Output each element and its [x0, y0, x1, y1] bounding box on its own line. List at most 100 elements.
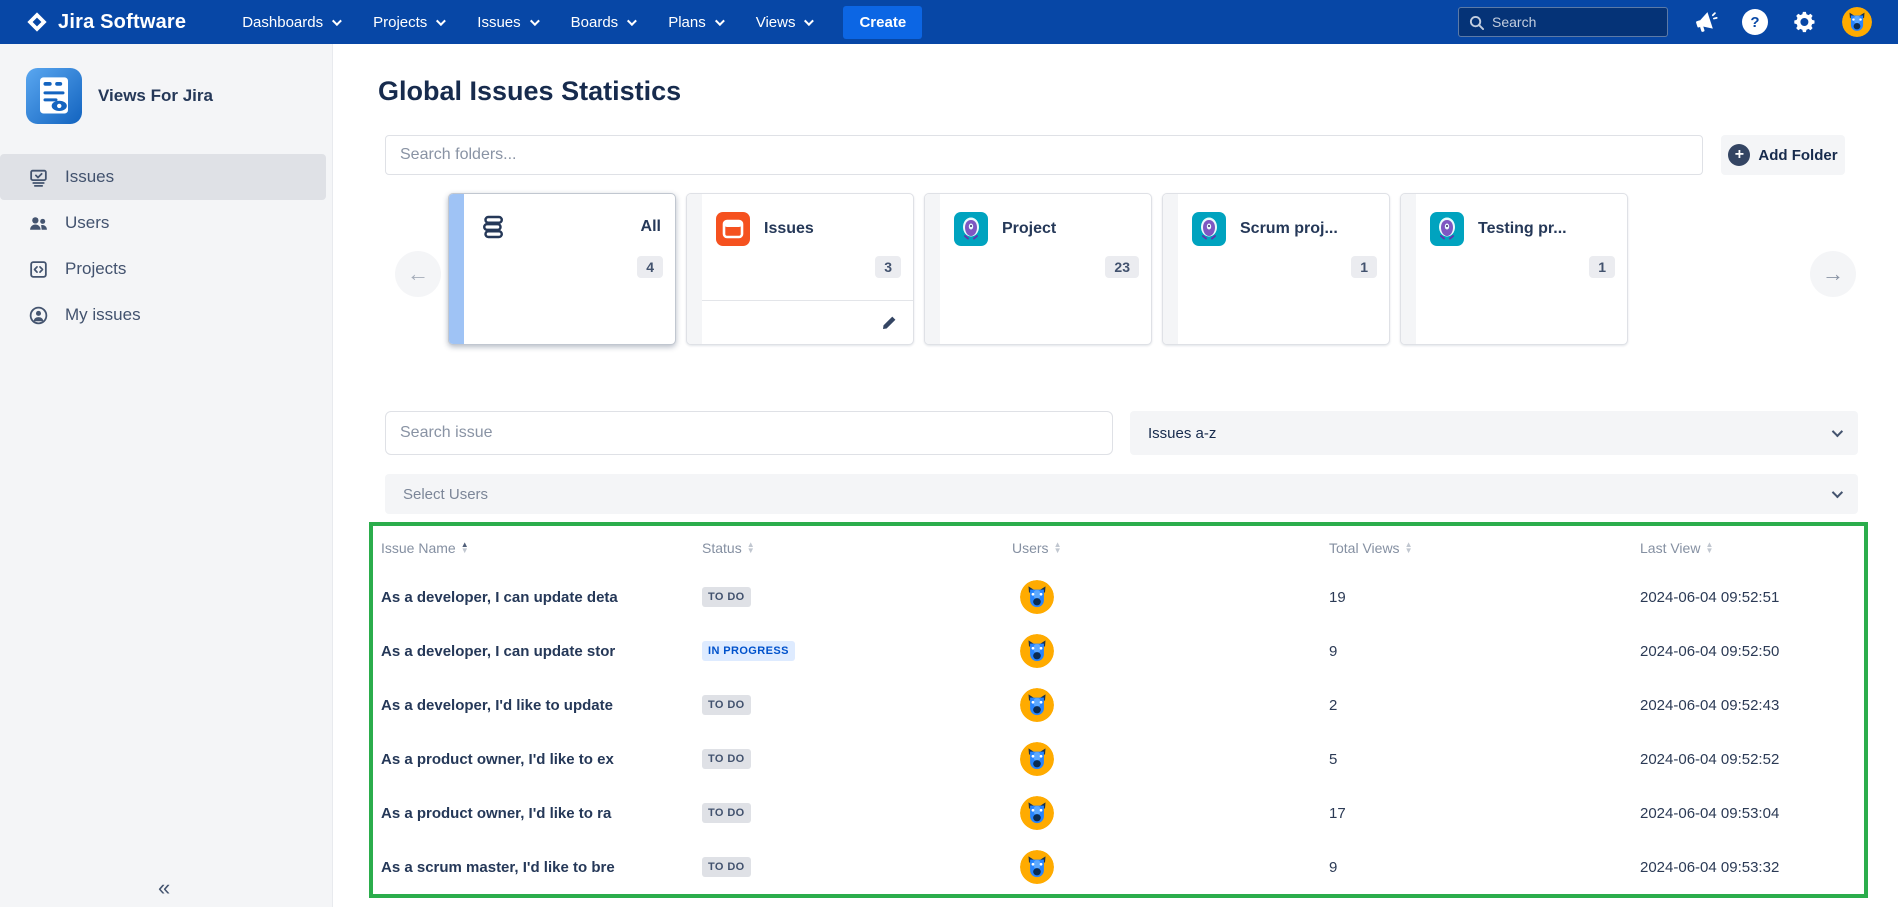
- folder-card-issues[interactable]: Issues 3: [686, 193, 914, 345]
- stack-icon: [478, 212, 508, 242]
- sort-icon: ▲▼: [461, 542, 469, 554]
- issue-name-link[interactable]: As a developer, I can update deta: [381, 589, 681, 606]
- column-header-users[interactable]: Users ▲▼: [1012, 540, 1329, 556]
- sidebar-item-projects[interactable]: Projects: [0, 246, 332, 292]
- issue-name-link[interactable]: As a developer, I can update stor: [381, 643, 681, 660]
- search-issue-input[interactable]: [385, 411, 1113, 455]
- user-avatar[interactable]: [1020, 634, 1054, 668]
- top-navbar: Jira Software Dashboards Projects Issues…: [0, 0, 1898, 44]
- issue-name-link[interactable]: As a product owner, I'd like to ra: [381, 805, 681, 822]
- user-avatar[interactable]: [1020, 688, 1054, 722]
- nav-menu-dashboards[interactable]: Dashboards: [242, 14, 339, 31]
- projects-icon: [28, 259, 49, 280]
- total-views-value: 5: [1329, 751, 1640, 768]
- nav-menu-plans[interactable]: Plans: [668, 14, 722, 31]
- status-badge: TO DO: [702, 587, 751, 607]
- total-views-value: 2: [1329, 697, 1640, 714]
- chevron-down-icon: [1832, 487, 1843, 498]
- app-title: Views For Jira: [98, 86, 213, 106]
- column-header-total-views[interactable]: Total Views ▲▼: [1329, 540, 1640, 556]
- app-header: Views For Jira: [0, 44, 332, 124]
- column-header-last-view[interactable]: Last View ▲▼: [1640, 540, 1864, 556]
- carousel-right-arrow[interactable]: →: [1810, 251, 1856, 297]
- total-views-value: 17: [1329, 805, 1640, 822]
- folder-card-project[interactable]: Project 23: [924, 193, 1152, 345]
- sidebar-nav: Issues Users Projects: [0, 154, 332, 338]
- global-search-input[interactable]: Search: [1458, 7, 1668, 37]
- folder-count-badge: 1: [1351, 256, 1377, 278]
- column-header-status[interactable]: Status ▲▼: [702, 540, 1012, 556]
- table-row[interactable]: As a developer, I can update deta TO DO …: [373, 570, 1864, 624]
- folder-count-badge: 3: [875, 256, 901, 278]
- table-row[interactable]: As a developer, I'd like to update TO DO…: [373, 678, 1864, 732]
- sort-select[interactable]: Issues a-z: [1130, 411, 1858, 455]
- user-avatar[interactable]: [1020, 850, 1054, 884]
- sidebar-item-users[interactable]: Users: [0, 200, 332, 246]
- sort-icon: ▲▼: [1054, 542, 1062, 554]
- total-views-value: 19: [1329, 589, 1640, 606]
- jira-home-link[interactable]: Jira Software: [0, 11, 186, 34]
- column-header-issue-name[interactable]: Issue Name ▲▼: [381, 540, 702, 556]
- total-views-value: 9: [1329, 859, 1640, 876]
- folder-card-scrum-project[interactable]: Scrum proj... 1: [1162, 193, 1390, 345]
- total-views-value: 9: [1329, 643, 1640, 660]
- user-avatar[interactable]: [1842, 7, 1872, 37]
- nav-menu-views[interactable]: Views: [756, 14, 812, 31]
- help-icon[interactable]: ?: [1742, 9, 1768, 35]
- chevron-down-icon: [804, 16, 814, 26]
- table-row[interactable]: As a scrum master, I'd like to bre TO DO…: [373, 840, 1864, 894]
- megaphone-icon[interactable]: [1692, 9, 1718, 35]
- sidebar-item-my-issues[interactable]: My issues: [0, 292, 332, 338]
- sort-icon: ▲▼: [747, 542, 755, 554]
- views-for-jira-logo: [26, 68, 82, 124]
- edit-pencil-icon[interactable]: [881, 315, 897, 331]
- search-placeholder: Search: [1492, 14, 1536, 30]
- users-select[interactable]: Select Users: [385, 474, 1858, 514]
- add-folder-button[interactable]: + Add Folder: [1721, 135, 1845, 175]
- create-button[interactable]: Create: [843, 6, 922, 39]
- alien-icon: [954, 212, 988, 246]
- last-view-timestamp: 2024-06-04 09:52:43: [1640, 697, 1864, 714]
- table-row[interactable]: As a developer, I can update stor IN PRO…: [373, 624, 1864, 678]
- nav-menu-boards[interactable]: Boards: [571, 14, 635, 31]
- last-view-timestamp: 2024-06-04 09:53:32: [1640, 859, 1864, 876]
- folder-cards: All 4 Issues: [448, 193, 1628, 345]
- sidebar-item-issues[interactable]: Issues: [0, 154, 326, 200]
- my-issues-icon: [28, 305, 49, 326]
- issue-name-link[interactable]: As a product owner, I'd like to ex: [381, 751, 681, 768]
- card-selected-strip: [449, 194, 464, 344]
- search-folders-input[interactable]: [385, 135, 1703, 175]
- plus-icon: +: [1728, 144, 1750, 166]
- issue-name-link[interactable]: As a scrum master, I'd like to bre: [381, 859, 681, 876]
- last-view-timestamp: 2024-06-04 09:52:50: [1640, 643, 1864, 660]
- navbar-right: Search ?: [1458, 7, 1898, 37]
- user-avatar[interactable]: [1020, 742, 1054, 776]
- sidebar-collapse-button[interactable]: «: [158, 875, 170, 901]
- folder-card-all[interactable]: All 4: [448, 193, 676, 345]
- chevron-down-icon: [530, 16, 540, 26]
- table-row[interactable]: As a product owner, I'd like to ex TO DO…: [373, 732, 1864, 786]
- nav-menu-issues[interactable]: Issues: [477, 14, 536, 31]
- status-badge: TO DO: [702, 695, 751, 715]
- user-avatar[interactable]: [1020, 796, 1054, 830]
- status-badge: TO DO: [702, 857, 751, 877]
- folder-count-badge: 4: [637, 256, 663, 278]
- chevron-down-icon: [436, 16, 446, 26]
- status-badge: IN PROGRESS: [702, 641, 795, 661]
- gear-icon[interactable]: [1792, 9, 1818, 35]
- folder-card-testing-project[interactable]: Testing pr... 1: [1400, 193, 1628, 345]
- chevron-down-icon: [715, 16, 725, 26]
- users-icon: [28, 213, 49, 234]
- carousel-left-arrow[interactable]: ←: [395, 251, 441, 297]
- last-view-timestamp: 2024-06-04 09:52:52: [1640, 751, 1864, 768]
- user-avatar[interactable]: [1020, 580, 1054, 614]
- folder-count-badge: 1: [1589, 256, 1615, 278]
- table-row[interactable]: As a product owner, I'd like to ra TO DO…: [373, 786, 1864, 840]
- nav-menu-projects[interactable]: Projects: [373, 14, 443, 31]
- sort-icon: ▲▼: [1405, 542, 1413, 554]
- folder-count-badge: 23: [1105, 256, 1139, 278]
- status-badge: TO DO: [702, 803, 751, 823]
- calendar-icon: [716, 212, 750, 246]
- issue-name-link[interactable]: As a developer, I'd like to update: [381, 697, 681, 714]
- alien-icon: [1192, 212, 1226, 246]
